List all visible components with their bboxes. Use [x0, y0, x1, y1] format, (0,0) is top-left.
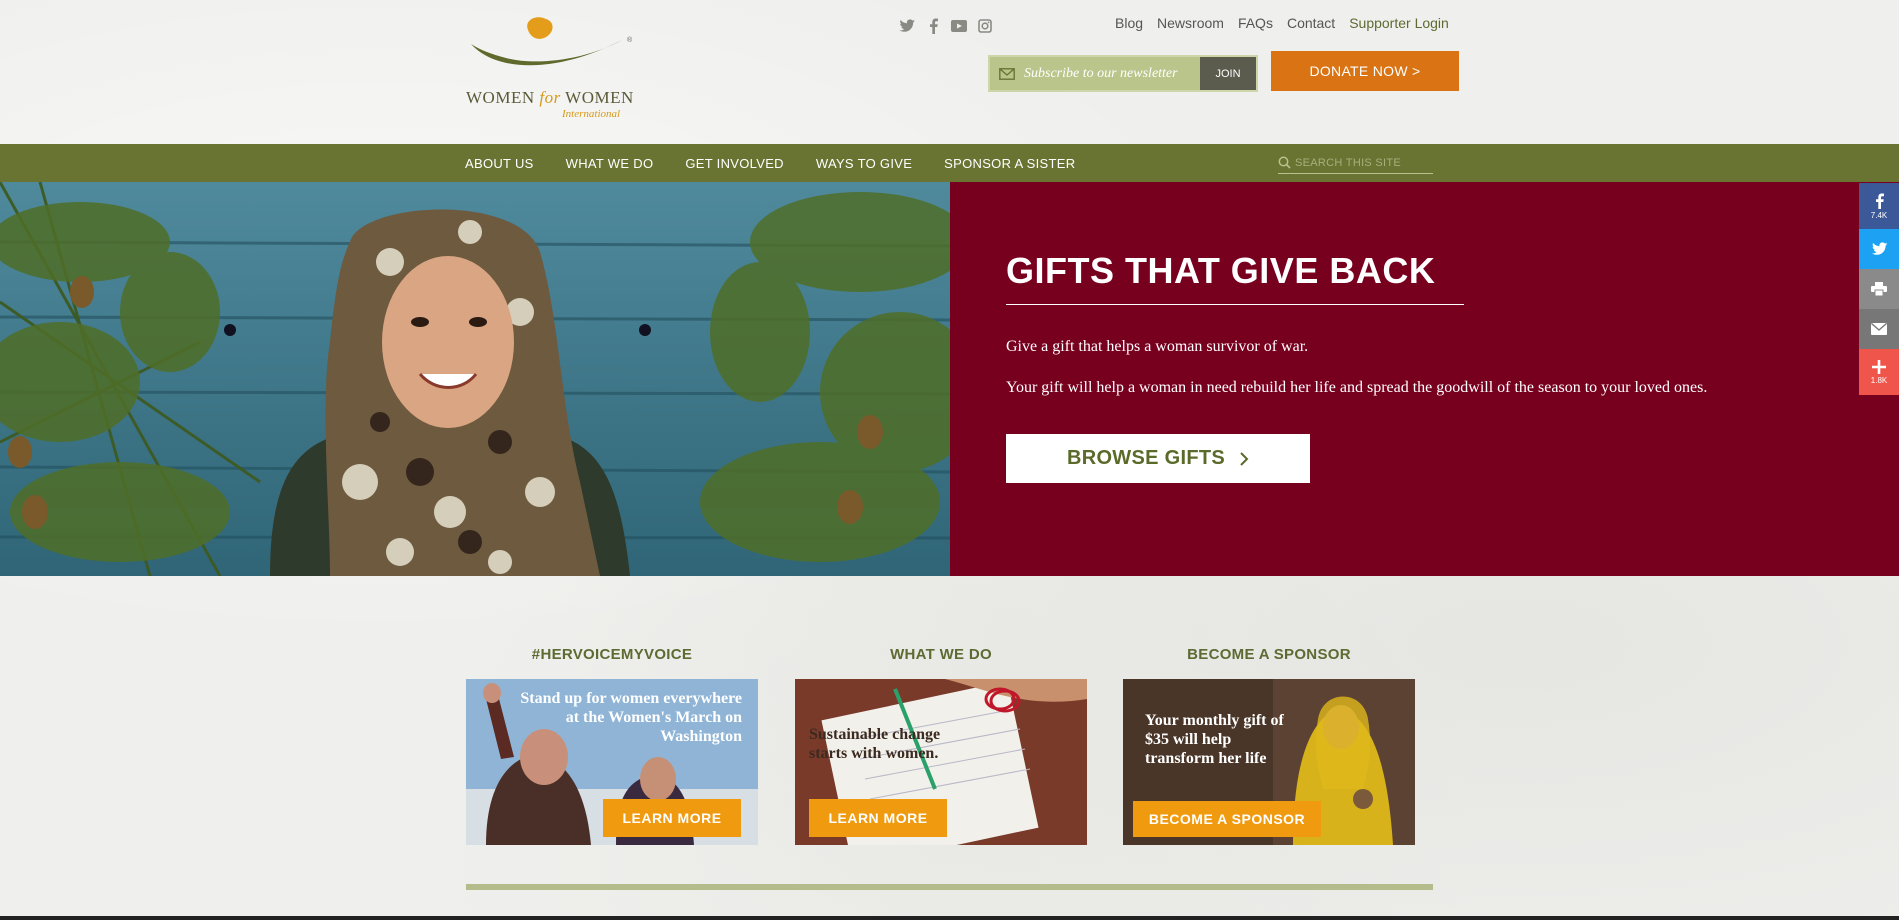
nav-what-we-do[interactable]: WHAT WE DO — [566, 156, 654, 171]
learn-more-button[interactable]: LEARN MORE — [603, 799, 741, 837]
svg-text:®: ® — [627, 36, 633, 44]
newsletter-input[interactable]: Subscribe to our newsletter — [1024, 66, 1200, 82]
card-caption: Your monthly gift of $35 will help trans… — [1145, 712, 1284, 767]
promo-card-become-a-sponsor: BECOME A SPONSOR Your monthly gift of $3… — [1123, 646, 1415, 845]
instagram-icon[interactable] — [976, 17, 994, 35]
nav-about-us[interactable]: ABOUT US — [465, 156, 534, 171]
envelope-icon — [990, 67, 1024, 80]
main-nav: ABOUT US WHAT WE DO GET INVOLVED WAYS TO… — [0, 144, 1899, 182]
search-icon — [1278, 156, 1291, 169]
link-faqs[interactable]: FAQs — [1238, 15, 1273, 31]
logo-wordmark: WOMEN for WOMEN — [466, 88, 634, 108]
logo-mark-icon: ® — [471, 17, 633, 66]
plus-icon — [1872, 359, 1886, 374]
search-placeholder: SEARCH THIS SITE — [1295, 156, 1402, 169]
search-input[interactable]: SEARCH THIS SITE — [1278, 152, 1433, 174]
card-caption: Sustainable change starts with women. — [809, 726, 941, 762]
hero-title: GIFTS THAT GIVE BACK — [1006, 250, 1436, 291]
hero-image — [0, 182, 950, 576]
site-header: ® WOMEN for WOMEN International Blog New… — [0, 0, 1899, 144]
share-facebook[interactable]: 7.4K — [1859, 183, 1899, 229]
utility-links: Blog Newsroom FAQs Contact Supporter Log… — [1115, 15, 1449, 31]
facebook-icon[interactable] — [924, 17, 942, 35]
card-title[interactable]: WHAT WE DO — [795, 646, 1087, 663]
card-caption: Stand up for women everywhere at the Wom… — [520, 690, 742, 745]
logo[interactable]: ® WOMEN for WOMEN International — [466, 16, 636, 122]
join-button[interactable]: JOIN — [1200, 57, 1256, 90]
chevron-right-icon — [1240, 451, 1249, 466]
facebook-count: 7.4K — [1870, 210, 1888, 220]
donate-button[interactable]: DONATE NOW > — [1271, 51, 1459, 91]
promo-card-hervoicemyvoice: #HERVOICEMYVOICE Stand up for women ever… — [466, 646, 758, 845]
link-blog[interactable]: Blog — [1115, 15, 1143, 31]
logo-word-2: WOMEN — [565, 88, 634, 107]
share-email[interactable] — [1859, 309, 1899, 349]
youtube-icon[interactable] — [950, 17, 968, 35]
browse-gifts-button[interactable]: BROWSE GIFTS — [1006, 434, 1310, 483]
card-image[interactable]: Your monthly gift of $35 will help trans… — [1123, 679, 1415, 845]
page-bottom-edge — [0, 916, 1899, 920]
social-links — [898, 17, 994, 35]
link-contact[interactable]: Contact — [1287, 15, 1335, 31]
link-newsroom[interactable]: Newsroom — [1157, 15, 1224, 31]
print-icon — [1871, 282, 1887, 296]
facebook-icon — [1875, 193, 1884, 209]
nav-get-involved[interactable]: GET INVOLVED — [685, 156, 783, 171]
share-more[interactable]: 1.8K — [1859, 349, 1899, 395]
section-divider — [466, 884, 1433, 890]
card-image[interactable]: Stand up for women everywhere at the Wom… — [466, 679, 758, 845]
twitter-icon — [1871, 242, 1887, 255]
logo-word-1: WOMEN — [466, 88, 535, 107]
browse-gifts-label: BROWSE GIFTS — [1066, 447, 1226, 469]
hero-panel: GIFTS THAT GIVE BACK Give a gift that he… — [950, 182, 1899, 576]
link-supporter-login[interactable]: Supporter Login — [1349, 15, 1449, 31]
share-print[interactable] — [1859, 269, 1899, 309]
share-more-count: 1.8K — [1870, 375, 1888, 385]
learn-more-button[interactable]: LEARN MORE — [809, 799, 947, 837]
share-bar: 7.4K 1.8K — [1859, 183, 1899, 395]
nav-sponsor-a-sister[interactable]: SPONSOR A SISTER — [944, 156, 1075, 171]
logo-subtitle: International — [562, 108, 621, 120]
card-image[interactable]: Sustainable change starts with women. LE… — [795, 679, 1087, 845]
share-twitter[interactable] — [1859, 229, 1899, 269]
hero-text-1: Give a gift that helps a woman survivor … — [1006, 338, 1309, 355]
hero-text-2: Your gift will help a woman in need rebu… — [1006, 379, 1708, 396]
email-icon — [1871, 323, 1887, 335]
hero-divider — [1006, 304, 1464, 305]
logo-word-for: for — [539, 88, 561, 107]
twitter-icon[interactable] — [898, 17, 916, 35]
nav-ways-to-give[interactable]: WAYS TO GIVE — [816, 156, 912, 171]
newsletter-form: Subscribe to our newsletter JOIN — [988, 55, 1258, 92]
card-title[interactable]: BECOME A SPONSOR — [1123, 646, 1415, 663]
become-a-sponsor-button[interactable]: BECOME A SPONSOR — [1133, 801, 1321, 837]
card-title[interactable]: #HERVOICEMYVOICE — [466, 646, 758, 663]
promo-card-what-we-do: WHAT WE DO Sustainable change starts wit… — [795, 646, 1087, 845]
